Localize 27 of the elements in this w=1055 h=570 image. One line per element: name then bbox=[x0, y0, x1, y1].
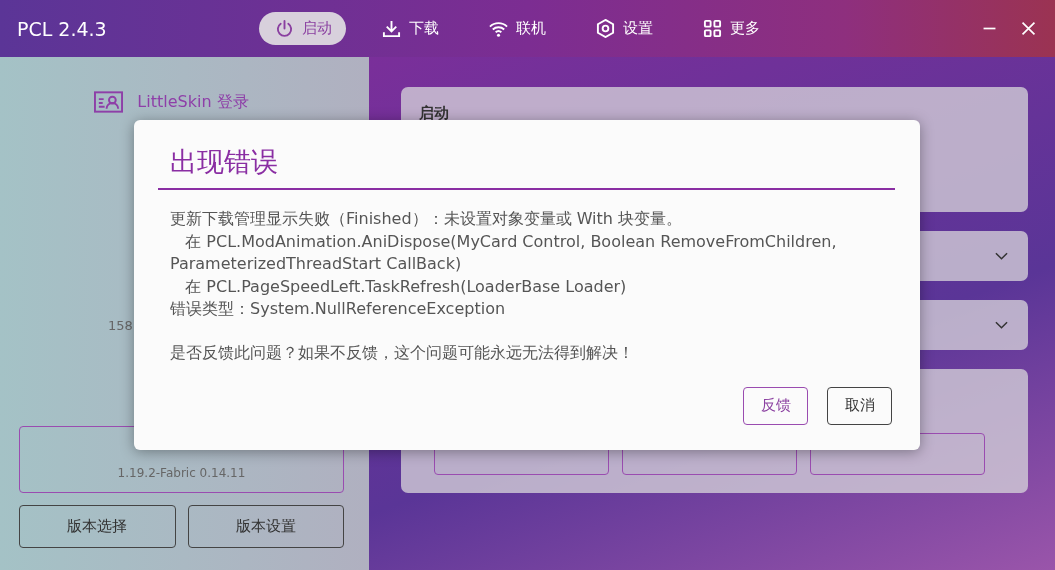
download-icon bbox=[382, 19, 401, 38]
nav-tab[interactable]: 下载 bbox=[366, 12, 453, 45]
error-text: 错误类型：System.NullReferenceException bbox=[170, 298, 506, 320]
close-icon[interactable] bbox=[1020, 20, 1037, 37]
nav-tab[interactable]: 更多 bbox=[687, 12, 774, 45]
nav-tab[interactable]: 设置 bbox=[580, 12, 667, 45]
dialog-title: 出现错误 bbox=[170, 145, 279, 179]
version-button[interactable]: 版本设置 bbox=[187, 505, 344, 548]
card-title: 启动 bbox=[419, 104, 449, 122]
info-text: 158 bbox=[108, 318, 133, 333]
error-text: 在 PCL.ModAnimation.AniDispose(MyCard Control, Boolean RemoveFromChildren, ParameterizedThreadStart CallBack) bbox=[170, 230, 838, 275]
nav-tab[interactable]: 联机 bbox=[473, 12, 560, 45]
chevron-icon[interactable] bbox=[995, 321, 1008, 329]
grid-icon bbox=[703, 19, 722, 38]
chevron-icon[interactable] bbox=[995, 252, 1008, 260]
id-card-icon bbox=[94, 91, 124, 113]
window-title: PCL 2.4.3 bbox=[17, 17, 108, 40]
version-button[interactable]: 版本选择 bbox=[19, 505, 176, 548]
question-text: 是否反馈此问题？如果不反馈，这个问题可能永远无法得到解决！ bbox=[170, 342, 635, 364]
dialog-button[interactable]: 取消 bbox=[827, 386, 892, 425]
wifi-icon bbox=[489, 19, 508, 38]
power-icon bbox=[275, 19, 294, 38]
dialog-button[interactable]: 反馈 bbox=[743, 386, 808, 425]
nav-tab[interactable]: 启动 bbox=[259, 12, 346, 45]
error-text: 更新下载管理显示失败（Finished）：未设置对象变量或 With 块变量。 bbox=[170, 208, 683, 230]
error-text: 在 PCL.PageSpeedLeft.TaskRefresh(LoaderBase Loader) bbox=[184, 275, 627, 298]
settings-icon bbox=[596, 19, 615, 38]
